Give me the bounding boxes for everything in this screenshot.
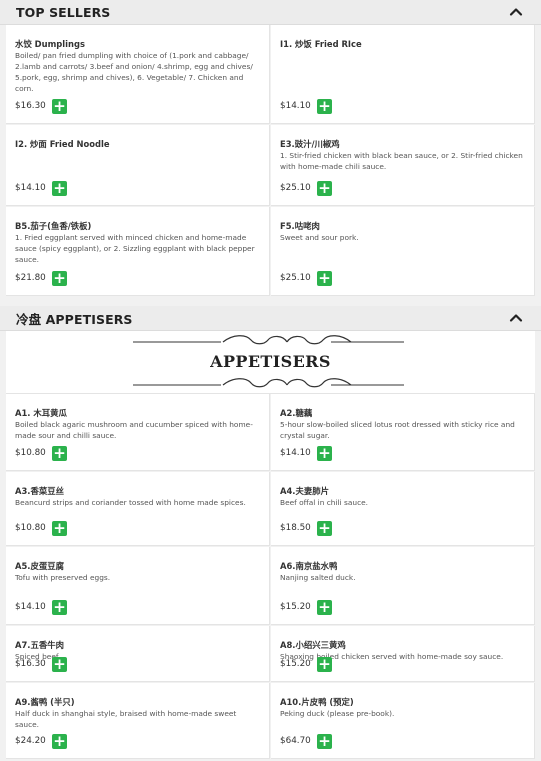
item-description: Beef offal in chili sauce. xyxy=(280,498,369,507)
item-name: 水饺 Dumplings xyxy=(15,39,85,49)
add-to-cart-button[interactable]: + xyxy=(317,600,332,615)
item-name: I1. 炒饭 Fried RIce xyxy=(280,39,362,49)
item-description: Peking duck (please pre-book). xyxy=(280,709,395,718)
item-name: A1. 木耳黄瓜 xyxy=(15,408,67,418)
appetisers-grid: A1. 木耳黄瓜 Boiled black agaric mushroom and… xyxy=(6,394,535,760)
item-description: Boiled black agaric mushroom and cucumbe… xyxy=(15,420,253,440)
item-name: I2. 炒面 Fried Noodle xyxy=(15,139,110,149)
menu-item-card[interactable]: A4.夫妻肺片 Beef offal in chili sauce. $18.50 + xyxy=(271,472,535,546)
menu-item-card[interactable]: A1. 木耳黄瓜 Boiled black agaric mushroom and… xyxy=(6,394,270,471)
menu-item-card[interactable]: A2.糖藕 5-hour slow-boiled sliced lotus roo… xyxy=(271,394,535,471)
section-header-top-sellers[interactable]: TOP SELLERS xyxy=(0,0,541,25)
add-to-cart-button[interactable]: + xyxy=(317,446,332,461)
item-description: Boiled/ pan fried dumpling with choice o… xyxy=(15,51,253,93)
item-price: $14.10 xyxy=(280,448,311,458)
menu-item-card[interactable]: A8.小绍兴三黄鸡 Shaoxing boiled chicken served … xyxy=(271,626,535,682)
add-to-cart-button[interactable]: + xyxy=(317,181,332,196)
item-price: $10.80 xyxy=(15,523,46,533)
item-description: Nanjing salted duck. xyxy=(280,573,356,582)
chevron-up-icon[interactable] xyxy=(509,311,523,325)
item-price: $16.30 xyxy=(15,659,46,669)
item-description: Half duck in shanghai style, braised wit… xyxy=(15,709,237,729)
add-to-cart-button[interactable]: + xyxy=(52,446,67,461)
item-name: A5.皮蛋豆腐 xyxy=(15,561,64,571)
top-sellers-grid: 水饺 Dumplings Boiled/ pan fried dumpling w… xyxy=(6,25,535,297)
banner-title: APPETISERS xyxy=(210,352,331,371)
menu-item-card[interactable]: A3.香菜豆丝 Beancurd strips and coriander tos… xyxy=(6,472,270,546)
add-to-cart-button[interactable]: + xyxy=(52,600,67,615)
item-price: $64.70 xyxy=(280,736,311,746)
add-to-cart-button[interactable]: + xyxy=(52,181,67,196)
add-to-cart-button[interactable]: + xyxy=(52,521,67,536)
add-to-cart-button[interactable]: + xyxy=(317,734,332,749)
item-name: A10.片皮鸭 (预定) xyxy=(280,697,354,707)
item-price: $15.20 xyxy=(280,659,311,669)
section-header-appetisers[interactable]: 冷盘 APPETISERS xyxy=(0,306,541,331)
item-name: A4.夫妻肺片 xyxy=(280,486,329,496)
appetisers-banner: APPETISERS xyxy=(6,331,535,394)
menu-item-card[interactable]: I1. 炒饭 Fried RIce $14.10 + xyxy=(271,25,535,124)
item-price: $18.50 xyxy=(280,523,311,533)
menu-item-card[interactable]: A7.五香牛肉 Spiced beef. $16.30 + xyxy=(6,626,270,682)
menu-item-card[interactable]: I2. 炒面 Fried Noodle $14.10 + xyxy=(6,125,270,206)
menu-item-card[interactable]: A10.片皮鸭 (预定) Peking duck (please pre-book… xyxy=(271,683,535,759)
item-name: A2.糖藕 xyxy=(280,408,313,418)
menu-item-card[interactable]: A6.南京盐水鸭 Nanjing salted duck. $15.20 + xyxy=(271,547,535,625)
add-to-cart-button[interactable]: + xyxy=(52,99,67,114)
add-to-cart-button[interactable]: + xyxy=(317,99,332,114)
menu-item-card[interactable]: 水饺 Dumplings Boiled/ pan fried dumpling w… xyxy=(6,25,270,124)
item-name: A6.南京盐水鸭 xyxy=(280,561,338,571)
add-to-cart-button[interactable]: + xyxy=(52,271,67,286)
item-price: $14.10 xyxy=(15,602,46,612)
item-name: A9.酱鸭 (半只) xyxy=(15,697,75,707)
item-price: $14.10 xyxy=(15,183,46,193)
item-name: B5.茄子(鱼香/铁板) xyxy=(15,221,92,231)
menu-item-card[interactable]: A5.皮蛋豆腐 Tofu with preserved eggs. $14.10 + xyxy=(6,547,270,625)
add-to-cart-button[interactable]: + xyxy=(317,271,332,286)
item-name: A8.小绍兴三黄鸡 xyxy=(280,640,346,650)
item-description: Beancurd strips and coriander tossed wit… xyxy=(15,498,246,507)
item-price: $25.10 xyxy=(280,273,311,283)
item-price: $15.20 xyxy=(280,602,311,612)
add-to-cart-button[interactable]: + xyxy=(317,521,332,536)
item-price: $24.20 xyxy=(15,736,46,746)
item-name: A3.香菜豆丝 xyxy=(15,486,64,496)
item-description: Tofu with preserved eggs. xyxy=(15,573,111,582)
add-to-cart-button[interactable]: + xyxy=(52,657,67,672)
item-description: 1. Fried eggplant served with minced chi… xyxy=(15,233,255,264)
section-title: 冷盘 APPETISERS xyxy=(16,311,133,327)
add-to-cart-button[interactable]: + xyxy=(52,734,67,749)
item-description: 1. Stir-fried chicken with black bean sa… xyxy=(280,151,523,171)
item-description: 5-hour slow-boiled sliced lotus root dre… xyxy=(280,420,515,440)
add-to-cart-button[interactable]: + xyxy=(317,657,332,672)
menu-item-card[interactable]: F5.咕咾肉 Sweet and sour pork. $25.10 + xyxy=(271,207,535,296)
section-title: TOP SELLERS xyxy=(16,4,111,20)
item-price: $25.10 xyxy=(280,183,311,193)
item-price: $14.10 xyxy=(280,101,311,111)
chevron-up-icon[interactable] xyxy=(509,5,523,19)
menu-item-card[interactable]: A9.酱鸭 (半只) Half duck in shanghai style, b… xyxy=(6,683,270,759)
item-name: F5.咕咾肉 xyxy=(280,221,320,231)
item-description: Sweet and sour pork. xyxy=(280,233,359,242)
item-price: $21.80 xyxy=(15,273,46,283)
item-name: A7.五香牛肉 xyxy=(15,640,64,650)
menu-item-card[interactable]: B5.茄子(鱼香/铁板) 1. Fried eggplant served wit… xyxy=(6,207,270,296)
menu-item-card[interactable]: E3.豉汁/川椒鸡 1. Stir-fried chicken with blac… xyxy=(271,125,535,206)
item-name: E3.豉汁/川椒鸡 xyxy=(280,139,340,149)
item-price: $16.30 xyxy=(15,101,46,111)
item-price: $10.80 xyxy=(15,448,46,458)
